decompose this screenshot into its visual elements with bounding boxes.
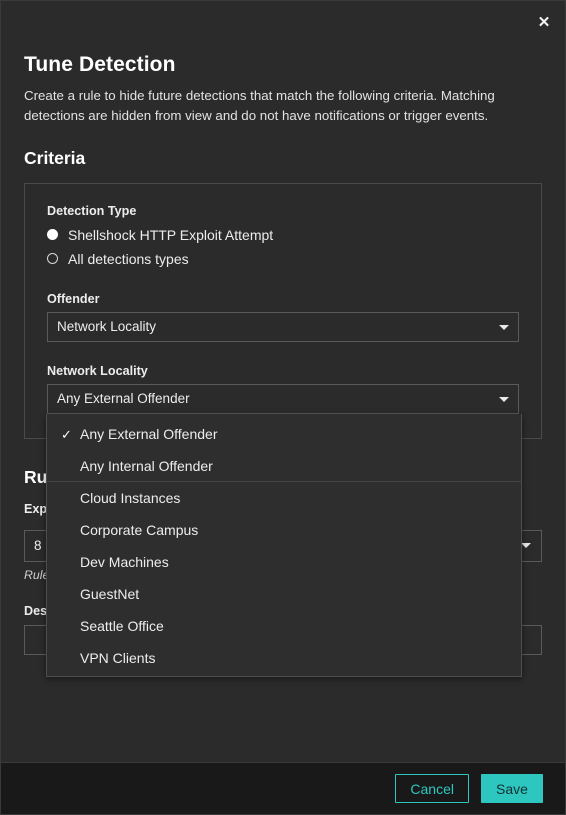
- menu-item-label: Dev Machines: [80, 554, 169, 570]
- menu-item-label: GuestNet: [80, 586, 140, 602]
- menu-item-label: Cloud Instances: [80, 490, 181, 506]
- radio-selected-icon: [47, 229, 58, 241]
- offender-label: Offender: [47, 291, 100, 306]
- cancel-button[interactable]: Cancel: [395, 774, 469, 803]
- menu-item-network-locality[interactable]: Any Internal Offender: [47, 450, 521, 482]
- dialog-description: Create a rule to hide future detections …: [24, 88, 495, 123]
- menu-item-network-locality[interactable]: Corporate Campus: [47, 514, 521, 546]
- chevron-down-icon: [499, 396, 509, 402]
- page-title: Tune Detection: [24, 53, 176, 76]
- radio-label: All detections types: [68, 250, 189, 267]
- offender-select-value: Network Locality: [57, 319, 157, 335]
- dialog-footer: Cancel Save: [1, 762, 565, 814]
- radio-detection-type-specific[interactable]: Shellshock HTTP Exploit Attempt: [47, 224, 519, 246]
- radio-unselected-icon: [47, 253, 58, 265]
- radio-label: Shellshock HTTP Exploit Attempt: [68, 226, 274, 243]
- detection-type-label: Detection Type: [47, 203, 137, 218]
- menu-item-network-locality[interactable]: ✓ Any External Offender: [47, 418, 521, 450]
- save-button[interactable]: Save: [481, 774, 543, 803]
- menu-item-network-locality[interactable]: GuestNet: [47, 578, 521, 610]
- network-locality-menu: ✓ Any External Offender Any Internal Offen…: [46, 414, 522, 677]
- menu-item-label: Corporate Campus: [80, 522, 199, 538]
- tune-detection-dialog: ✕ Tune Detection Create a rule to hide f…: [0, 0, 566, 815]
- network-locality-label: Network Locality: [47, 363, 148, 378]
- offender-select[interactable]: Network Locality: [47, 311, 519, 342]
- menu-item-label: Seattle Office: [80, 618, 164, 634]
- menu-item-network-locality[interactable]: Seattle Office: [47, 610, 521, 642]
- criteria-panel: Detection Type Shellshock HTTP Exploit A…: [24, 182, 542, 439]
- menu-item-label: Any External Offender: [80, 426, 218, 442]
- menu-item-label: Any Internal Offender: [80, 457, 213, 474]
- radio-detection-type-all[interactable]: All detections types: [47, 248, 519, 270]
- menu-item-network-locality[interactable]: Dev Machines: [47, 546, 521, 578]
- chevron-down-icon: [499, 324, 509, 330]
- check-icon: ✓: [61, 426, 72, 442]
- chevron-down-icon: [521, 543, 531, 549]
- criteria-heading: Criteria: [24, 147, 86, 168]
- menu-item-network-locality[interactable]: Cloud Instances: [47, 482, 521, 514]
- network-locality-select[interactable]: Any External Offender: [47, 383, 519, 414]
- menu-item-label: VPN Clients: [80, 650, 156, 666]
- menu-item-network-locality[interactable]: VPN Clients: [47, 642, 521, 674]
- network-locality-select-value: Any External Offender: [57, 391, 190, 407]
